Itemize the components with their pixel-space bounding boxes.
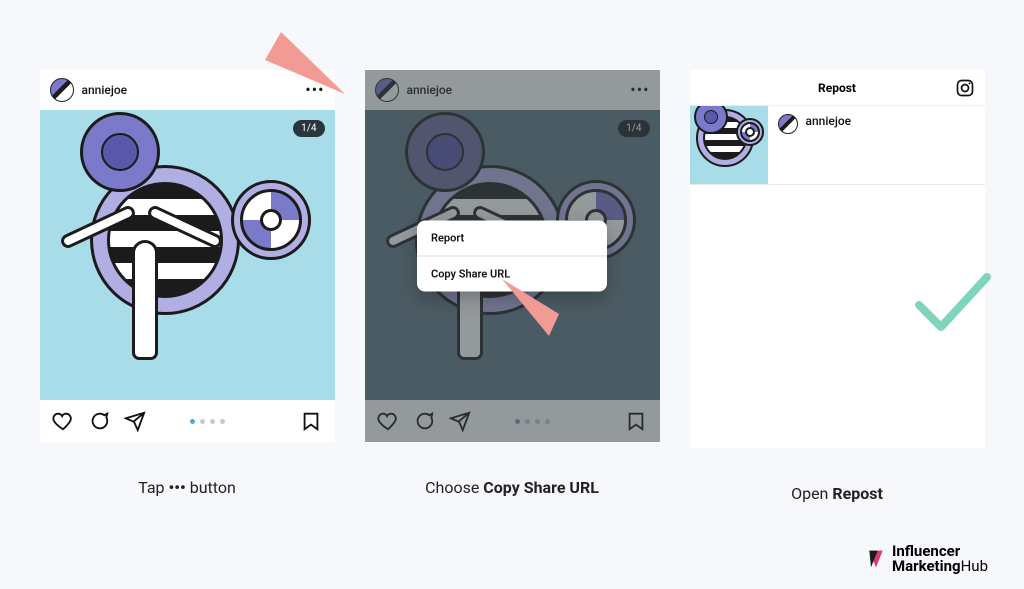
repost-queued-item[interactable]: anniejoe: [690, 106, 985, 185]
instagram-icon[interactable]: [955, 78, 975, 98]
bookmark-icon[interactable]: [300, 410, 322, 432]
username-label: anniejoe: [806, 114, 852, 128]
post-image[interactable]: 1/4: [40, 110, 335, 400]
repost-app-header: Repost: [690, 70, 985, 106]
comment-icon[interactable]: [88, 410, 110, 432]
illustration-hat: [80, 112, 160, 192]
brand-watermark: Influencer MarketingHub: [866, 544, 988, 576]
more-options-button: •••: [630, 82, 649, 98]
username-label: anniejoe: [407, 83, 453, 97]
username-label[interactable]: anniejoe: [82, 83, 128, 97]
step-1: anniejoe ••• 1/4: [40, 70, 335, 503]
comment-icon: [413, 410, 435, 432]
like-icon: [377, 410, 399, 432]
brand-logo-icon: [866, 549, 886, 569]
checkmark-icon: [913, 269, 993, 343]
share-icon: [449, 410, 471, 432]
callout-arrow: [499, 276, 559, 336]
repost-app-card: Repost anniejoe: [690, 70, 985, 448]
step-2: anniejoe ••• 1/4 Report: [365, 70, 660, 503]
illustration-body: [132, 240, 158, 360]
repost-thumbnail: [690, 106, 768, 184]
illustration-ball: [231, 180, 311, 260]
instagram-post-card-dimmed: anniejoe ••• 1/4 Report: [365, 70, 660, 442]
bookmark-icon: [625, 410, 647, 432]
step-3: Repost anniejoe Open Repost: [690, 70, 985, 503]
profile-avatar: [778, 114, 798, 134]
share-icon[interactable]: [124, 410, 146, 432]
callout-arrow: [259, 30, 349, 100]
profile-avatar: [375, 78, 399, 102]
step-3-caption: Open Repost: [791, 484, 883, 503]
popup-report-option[interactable]: Report: [417, 221, 607, 257]
instagram-post-card: anniejoe ••• 1/4: [40, 70, 335, 442]
step-1-caption: Tap ••• button: [138, 478, 236, 497]
carousel-dots: [190, 419, 225, 424]
post-actions-bar: [40, 400, 335, 442]
profile-avatar[interactable]: [50, 78, 74, 102]
carousel-counter: 1/4: [618, 120, 649, 137]
repost-title: Repost: [818, 81, 856, 95]
step-2-caption: Choose Copy Share URL: [425, 478, 599, 497]
carousel-counter: 1/4: [293, 120, 324, 137]
like-icon[interactable]: [52, 410, 74, 432]
